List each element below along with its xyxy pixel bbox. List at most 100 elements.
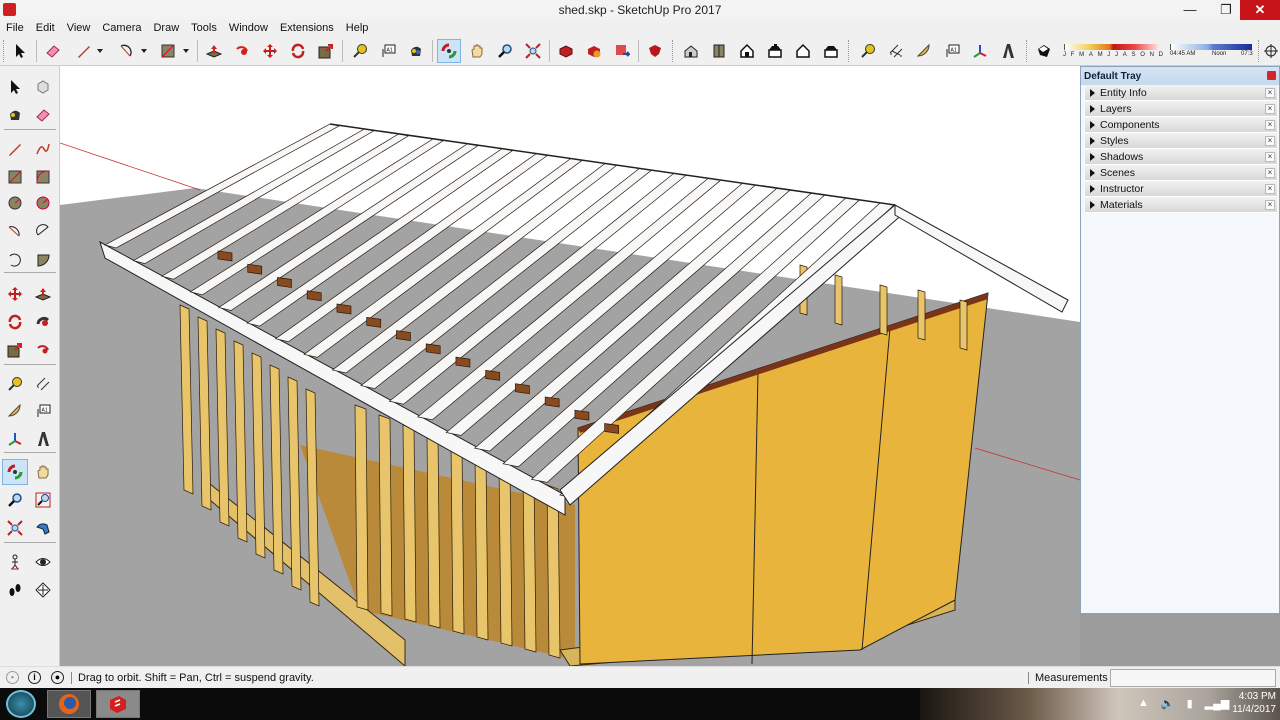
credits-info-icon[interactable]: i xyxy=(28,671,41,684)
rectangle-tool-button[interactable] xyxy=(156,39,180,63)
zoom-extents-tool-button[interactable] xyxy=(2,515,28,541)
right-view-button[interactable] xyxy=(763,39,787,63)
system-clock[interactable]: 4:03 PM 11/4/2017 xyxy=(1218,690,1276,716)
rectangle-tool-dropdown[interactable] xyxy=(180,39,192,63)
axes-button[interactable] xyxy=(968,39,992,63)
paint-bucket-tool-button[interactable] xyxy=(2,102,28,128)
dimension-tool-button[interactable] xyxy=(30,371,56,397)
menu-file[interactable]: File xyxy=(0,20,30,36)
menu-extensions[interactable]: Extensions xyxy=(274,20,340,36)
left-view-button[interactable] xyxy=(819,39,843,63)
tray-close-button[interactable] xyxy=(1267,71,1276,80)
menu-edit[interactable]: Edit xyxy=(30,20,61,36)
follow-me-tool-button[interactable] xyxy=(30,309,56,335)
upload-model-button[interactable] xyxy=(610,39,634,63)
expand-arrow-icon[interactable] xyxy=(1090,184,1095,193)
line-tool-button[interactable] xyxy=(2,136,28,162)
tray-panel-shadows[interactable]: Shadows × xyxy=(1085,149,1277,165)
tray-panel-components[interactable]: Components × xyxy=(1085,117,1277,133)
taskbar-firefox[interactable] xyxy=(47,690,91,718)
line-tool-button[interactable] xyxy=(72,39,96,63)
panel-close-icon[interactable]: × xyxy=(1265,168,1275,178)
toolbar-grip[interactable] xyxy=(3,40,5,62)
walk-tool-button[interactable] xyxy=(2,577,28,603)
axes-tool-button[interactable] xyxy=(2,426,28,452)
arc-tool-button[interactable] xyxy=(114,39,138,63)
make-component-tool-button[interactable] xyxy=(30,74,56,100)
taskbar-sketchup[interactable] xyxy=(96,690,140,718)
text-tool-button[interactable]: A1 xyxy=(376,39,400,63)
zoom-tool-button[interactable] xyxy=(2,487,28,513)
minimize-button[interactable]: — xyxy=(1172,0,1208,20)
menu-draw[interactable]: Draw xyxy=(147,20,185,36)
3d-text-tool-button[interactable] xyxy=(30,426,56,452)
protractor-tool-button[interactable] xyxy=(2,398,28,424)
top-view-button[interactable] xyxy=(707,39,731,63)
maximize-button[interactable]: ❐ xyxy=(1208,0,1244,20)
protractor-button[interactable] xyxy=(912,39,936,63)
shed-model-scene[interactable] xyxy=(60,66,1080,666)
3d-text-button[interactable] xyxy=(996,39,1020,63)
tray-panel-instructor[interactable]: Instructor × xyxy=(1085,181,1277,197)
move-tool-button[interactable] xyxy=(258,39,282,63)
iso-view-button[interactable] xyxy=(679,39,703,63)
zoom-window-tool-button[interactable] xyxy=(30,487,56,513)
expand-arrow-icon[interactable] xyxy=(1090,104,1095,113)
rectangle-tool-button[interactable] xyxy=(2,164,28,190)
tray-panel-layers[interactable]: Layers × xyxy=(1085,101,1277,117)
expand-arrow-icon[interactable] xyxy=(1090,136,1095,145)
show-hidden-icons-icon[interactable]: ▲ xyxy=(1138,697,1149,710)
orbit-tool-button[interactable] xyxy=(2,459,28,485)
share-component-button[interactable] xyxy=(582,39,606,63)
text-button-2[interactable]: A1 xyxy=(940,39,964,63)
power-icon[interactable]: ▮ xyxy=(1187,697,1193,710)
previous-view-tool-button[interactable] xyxy=(30,515,56,541)
expand-arrow-icon[interactable] xyxy=(1090,120,1095,129)
tape-measure-tool-button[interactable] xyxy=(348,39,372,63)
two-point-arc-tool-button[interactable] xyxy=(30,218,56,244)
arc-tool-button[interactable] xyxy=(2,218,28,244)
eraser-tool-button[interactable] xyxy=(41,39,65,63)
offset-tool-button[interactable] xyxy=(30,337,56,363)
text-tool-button[interactable]: A1 xyxy=(30,398,56,424)
three-point-arc-tool-button[interactable] xyxy=(2,247,28,273)
zoom-tool-button[interactable] xyxy=(493,39,517,63)
menu-view[interactable]: View xyxy=(61,20,97,36)
panel-close-icon[interactable]: × xyxy=(1265,200,1275,210)
eraser-tool-button[interactable] xyxy=(30,102,56,128)
start-button[interactable] xyxy=(6,690,36,718)
extension-warehouse-button[interactable] xyxy=(643,39,667,63)
expand-arrow-icon[interactable] xyxy=(1090,152,1095,161)
tray-panel-materials[interactable]: Materials × xyxy=(1085,197,1277,213)
freehand-tool-button[interactable] xyxy=(30,136,56,162)
close-button[interactable]: ✕ xyxy=(1240,0,1280,20)
menu-window[interactable]: Window xyxy=(223,20,274,36)
look-around-tool-button[interactable] xyxy=(30,549,56,575)
orbit-tool-button[interactable] xyxy=(437,39,461,63)
expand-arrow-icon[interactable] xyxy=(1090,200,1095,209)
pie-tool-button[interactable] xyxy=(30,247,56,273)
select-tool-button[interactable] xyxy=(8,39,32,63)
zoom-extents-tool-button[interactable] xyxy=(521,39,545,63)
menu-tools[interactable]: Tools xyxy=(185,20,223,36)
push-pull-tool-button[interactable] xyxy=(202,39,226,63)
tray-panel-entity-info[interactable]: Entity Info × xyxy=(1085,85,1277,101)
back-view-button[interactable] xyxy=(791,39,815,63)
expand-arrow-icon[interactable] xyxy=(1090,168,1095,177)
rotate-tool-button[interactable] xyxy=(286,39,310,63)
3d-warehouse-button[interactable] xyxy=(554,39,578,63)
select-tool-button[interactable] xyxy=(2,74,28,100)
line-tool-dropdown[interactable] xyxy=(94,39,106,63)
rotate-tool-button[interactable] xyxy=(2,309,28,335)
menu-camera[interactable]: Camera xyxy=(96,20,147,36)
panel-close-icon[interactable]: × xyxy=(1265,184,1275,194)
scale-tool-button[interactable] xyxy=(2,337,28,363)
menu-help[interactable]: Help xyxy=(340,20,375,36)
panel-close-icon[interactable]: × xyxy=(1265,88,1275,98)
volume-icon[interactable]: 🔈 xyxy=(1161,697,1175,710)
push-pull-tool-button[interactable] xyxy=(30,281,56,307)
rotated-rectangle-tool-button[interactable] xyxy=(30,164,56,190)
panel-close-icon[interactable]: × xyxy=(1265,120,1275,130)
panel-close-icon[interactable]: × xyxy=(1265,136,1275,146)
arc-tool-dropdown[interactable] xyxy=(138,39,150,63)
